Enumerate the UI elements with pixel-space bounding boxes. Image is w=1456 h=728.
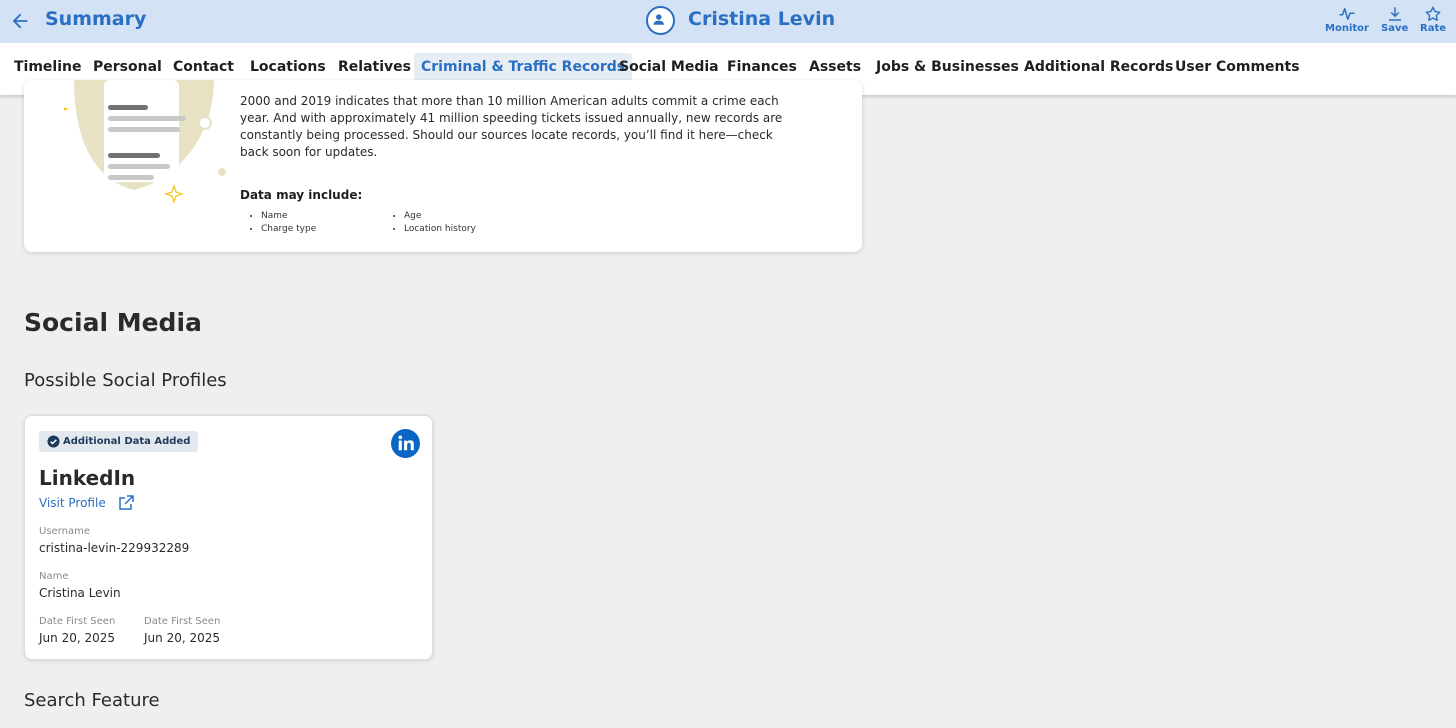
person-avatar-icon <box>646 6 675 35</box>
check-circle-icon <box>47 435 60 448</box>
tab-criminal-traffic-records[interactable]: Criminal & Traffic Records <box>414 53 633 83</box>
badge-label: Additional Data Added <box>63 436 191 447</box>
list-item: Age <box>404 210 476 223</box>
tab-jobs-businesses[interactable]: Jobs & Businesses <box>869 53 1026 83</box>
person-name: Cristina Levin <box>688 8 836 30</box>
save-label: Save <box>1381 23 1409 34</box>
star-icon <box>1425 6 1441 21</box>
linkedin-icon <box>391 429 420 458</box>
username-label: Username <box>39 526 90 537</box>
rate-button[interactable]: Rate <box>1420 5 1446 34</box>
data-may-include-heading: Data may include: <box>240 188 363 202</box>
criminal-records-card: 2000 and 2019 indicates that more than 1… <box>24 80 862 252</box>
save-button[interactable]: Save <box>1381 5 1408 34</box>
visit-profile-link[interactable]: Visit Profile <box>39 496 106 510</box>
tab-social-media[interactable]: Social Media <box>612 53 726 83</box>
monitor-icon <box>1339 8 1355 20</box>
tab-additional-records[interactable]: Additional Records <box>1017 53 1180 83</box>
data-list-right: Age Location history <box>393 210 476 235</box>
additional-data-badge: Additional Data Added <box>39 431 199 452</box>
tab-assets[interactable]: Assets <box>802 53 868 83</box>
monitor-label: Monitor <box>1325 23 1369 34</box>
data-list-left: Name Charge type <box>250 210 316 235</box>
date-first-seen-label-2: Date First Seen <box>144 616 221 627</box>
tab-timeline[interactable]: Timeline <box>7 53 89 83</box>
external-link-icon[interactable] <box>117 494 135 512</box>
criminal-records-description: 2000 and 2019 indicates that more than 1… <box>240 94 783 159</box>
section-title-search-feature: Search Feature <box>24 690 160 711</box>
tab-finances[interactable]: Finances <box>720 53 804 83</box>
subsection-title-social-profiles: Possible Social Profiles <box>24 370 227 391</box>
tab-relatives[interactable]: Relatives <box>331 53 418 83</box>
summary-link[interactable]: Summary <box>45 8 146 30</box>
list-item: Location history <box>404 223 476 236</box>
rate-label: Rate <box>1420 23 1447 34</box>
back-arrow-icon[interactable] <box>9 10 31 32</box>
username-value: cristina-levin-229932289 <box>39 541 190 555</box>
linkedin-profile-card: Additional Data Added LinkedIn Visit Pro… <box>24 415 433 660</box>
name-value: Cristina Levin <box>39 586 121 600</box>
tab-personal[interactable]: Personal <box>86 53 169 83</box>
list-item: Name <box>261 210 316 223</box>
top-header: Summary Cristina Levin Monitor Save Rate <box>0 0 1456 43</box>
name-label: Name <box>39 571 69 582</box>
date-first-seen-label: Date First Seen <box>39 616 116 627</box>
list-item: Charge type <box>261 223 316 236</box>
document-illustration-icon <box>64 80 226 205</box>
tab-locations[interactable]: Locations <box>243 53 333 83</box>
social-network-name: LinkedIn <box>39 466 136 490</box>
monitor-button[interactable]: Monitor <box>1325 5 1369 34</box>
tab-contact[interactable]: Contact <box>166 53 241 83</box>
date-first-seen-value-2: Jun 20, 2025 <box>144 631 221 645</box>
section-title-social-media: Social Media <box>24 308 202 337</box>
download-icon <box>1388 7 1401 21</box>
date-first-seen-value: Jun 20, 2025 <box>39 631 116 645</box>
tab-user-comments[interactable]: User Comments <box>1168 53 1307 83</box>
